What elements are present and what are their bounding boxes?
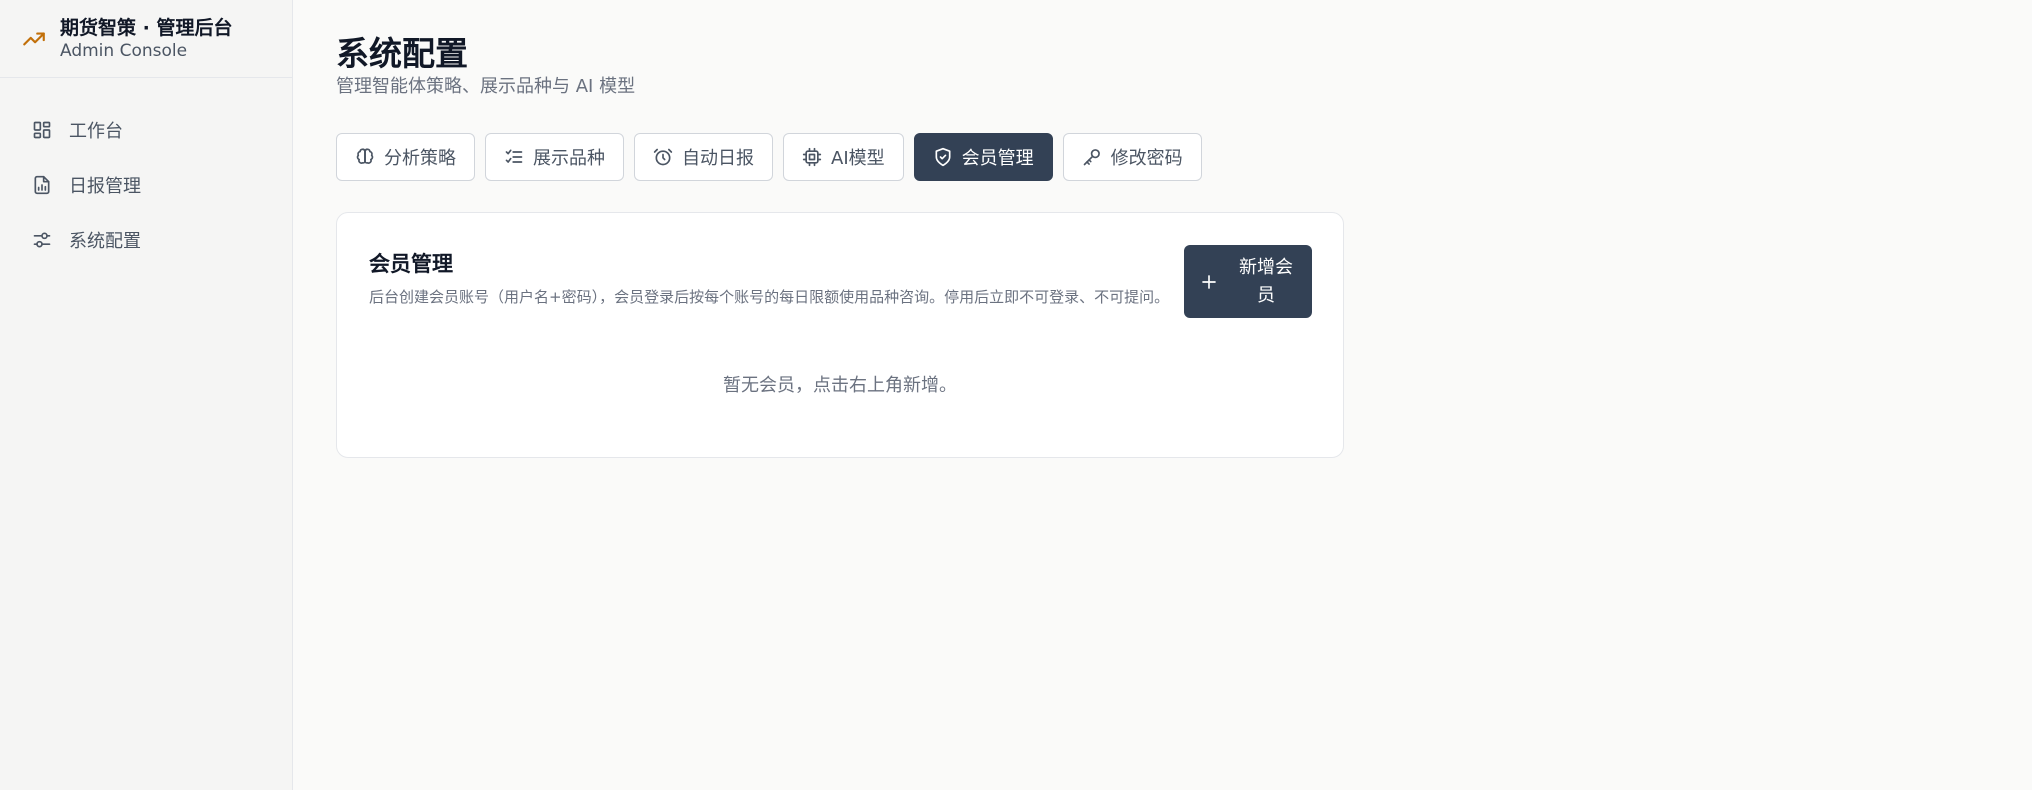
trending-up-icon <box>20 25 48 53</box>
plus-icon <box>1202 274 1216 289</box>
add-member-button[interactable]: 新增会员 <box>1184 245 1312 318</box>
dashboard-icon <box>33 121 51 138</box>
sliders-icon <box>33 232 51 247</box>
card-description: 后台创建会员账号（用户名+密码），会员登录后按每个账号的每日限额使用品种咨询。停… <box>369 288 1170 306</box>
brand-title: 期货智策 · 管理后台 <box>60 16 233 39</box>
tab-label: 展示品种 <box>533 148 605 169</box>
page-title: 系统配置 <box>336 34 468 73</box>
brand-subtitle: Admin Console <box>60 40 188 61</box>
sidebar: 期货智策 · 管理后台 Admin Console 工作台 日报管理 系统配置 <box>0 0 293 790</box>
brand-text: 期货智策 · 管理后台 Admin Console <box>60 16 232 62</box>
key-icon <box>1083 149 1100 166</box>
tab-change-password[interactable]: 修改密码 <box>1062 133 1202 181</box>
sidebar-item-reports[interactable]: 日报管理 <box>0 157 292 212</box>
shield-check-icon <box>935 147 951 167</box>
tab-analysis-strategy[interactable]: 分析策略 <box>336 133 475 181</box>
empty-state-text: 暂无会员，点击右上角新增。 <box>723 375 957 396</box>
tab-label: 分析策略 <box>384 148 456 169</box>
tab-label: 会员管理 <box>961 148 1034 169</box>
sidebar-nav: 工作台 日报管理 系统配置 <box>0 78 292 267</box>
brand-header: 期货智策 · 管理后台 Admin Console <box>0 0 292 78</box>
add-member-label: 新增会员 <box>1239 256 1293 306</box>
sidebar-item-settings[interactable]: 系统配置 <box>0 212 292 267</box>
sidebar-item-dashboard[interactable]: 工作台 <box>0 102 292 157</box>
member-management-card: 会员管理 后台创建会员账号（用户名+密码），会员登录后按每个账号的每日限额使用品… <box>336 212 1344 458</box>
file-chart-icon <box>34 175 50 194</box>
list-check-icon <box>505 149 523 163</box>
cpu-icon <box>802 147 822 167</box>
sidebar-item-label: 日报管理 <box>69 175 141 197</box>
card-title: 会员管理 <box>369 252 453 276</box>
settings-tabs: 分析策略 展示品种 自动日报 AI模型 会员管理 修改密码 <box>336 133 2032 181</box>
tab-display-varieties[interactable]: 展示品种 <box>485 133 624 181</box>
brain-icon <box>356 148 374 164</box>
main-content: 系统配置 管理智能体策略、展示品种与 AI 模型 分析策略 展示品种 自动日报 … <box>336 0 2032 458</box>
tab-label: 自动日报 <box>682 148 754 169</box>
tab-auto-report[interactable]: 自动日报 <box>634 133 773 181</box>
tab-ai-model[interactable]: AI模型 <box>783 133 904 181</box>
tab-member-management[interactable]: 会员管理 <box>913 133 1053 181</box>
tab-label: AI模型 <box>831 148 885 169</box>
sidebar-item-label: 系统配置 <box>69 230 141 252</box>
tab-label: 修改密码 <box>1110 148 1183 169</box>
sidebar-item-label: 工作台 <box>69 120 123 142</box>
page-subtitle: 管理智能体策略、展示品种与 AI 模型 <box>336 76 636 97</box>
alarm-clock-icon <box>653 148 673 166</box>
